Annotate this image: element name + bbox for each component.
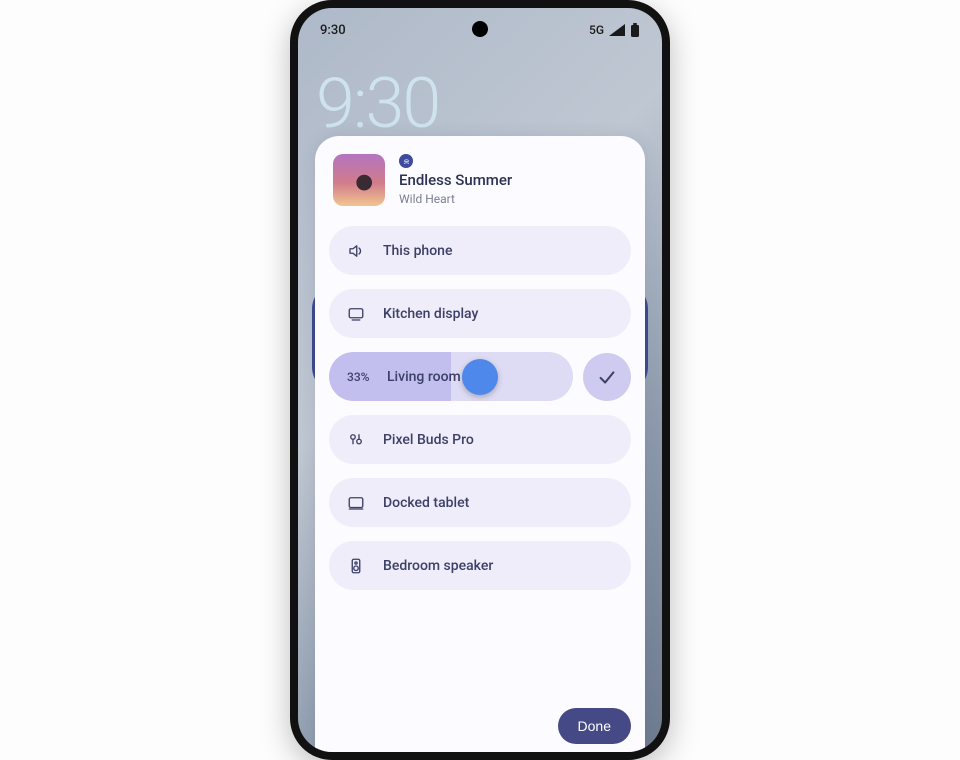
device-item-bedroom-speaker[interactable]: Bedroom speaker [329,541,631,590]
volume-percent: 33% [347,370,373,384]
battery-icon [630,23,640,37]
status-network: 5G [589,23,604,37]
device-item-this-phone[interactable]: This phone [329,226,631,275]
app-logo-icon [399,154,413,168]
earbuds-icon [347,431,365,449]
device-item-docked-tablet[interactable]: Docked tablet [329,478,631,527]
track-title: Endless Summer [399,171,512,189]
confirm-device-button[interactable] [583,353,631,401]
speaker-box-icon [347,557,365,575]
status-time: 9:30 [320,23,346,38]
device-list: This phone Kitchen display 33% [329,226,631,702]
device-label: Kitchen display [383,306,478,322]
device-item-living-room-tv[interactable]: 33% Living room TV [329,352,573,401]
volume-thumb[interactable] [462,359,498,395]
lockscreen-clock: 9:30 [316,63,439,145]
device-label: This phone [383,243,452,259]
device-item-kitchen-display[interactable]: Kitchen display [329,289,631,338]
done-button[interactable]: Done [558,708,631,744]
device-item-pixel-buds[interactable]: Pixel Buds Pro [329,415,631,464]
tablet-icon [347,494,365,512]
device-item-living-room-tv-row: 33% Living room TV [329,352,631,401]
display-icon [347,305,365,323]
status-bar: 9:30 5G [298,20,662,40]
cellular-icon [609,24,625,36]
screen: 9:30 5G 9:30 [298,8,662,752]
phone-frame: 9:30 5G 9:30 [290,0,670,760]
device-label: Bedroom speaker [383,558,493,574]
album-art [333,154,385,206]
speaker-icon [347,242,365,260]
device-label: Pixel Buds Pro [383,432,474,448]
now-playing: Endless Summer Wild Heart [329,154,631,210]
check-icon [596,366,618,388]
output-switcher-panel: Endless Summer Wild Heart This phone [315,136,645,752]
device-label: Docked tablet [383,495,469,511]
track-artist: Wild Heart [399,192,512,206]
